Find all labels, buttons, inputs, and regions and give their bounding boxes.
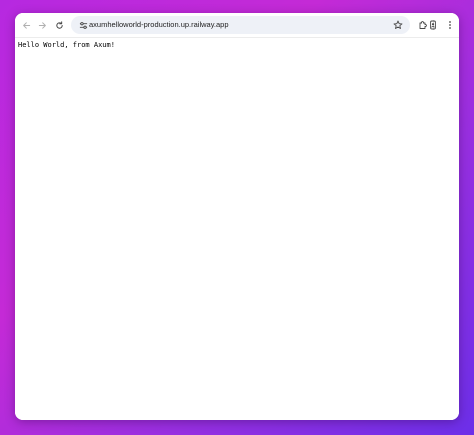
url-text[interactable]: axumhelloworld-production.up.railway.app [89, 16, 229, 34]
back-button[interactable] [18, 17, 34, 33]
reload-button[interactable] [51, 17, 67, 33]
profile-button[interactable] [425, 17, 441, 33]
address-bar[interactable]: axumhelloworld-production.up.railway.app [71, 16, 410, 34]
profile-icon [428, 20, 438, 30]
menu-button[interactable] [442, 17, 458, 33]
browser-toolbar: axumhelloworld-production.up.railway.app [15, 13, 459, 38]
tune-icon[interactable] [77, 19, 89, 31]
kebab-menu-icon [445, 20, 455, 30]
arrow-left-icon [22, 21, 31, 30]
reload-icon [55, 20, 64, 30]
page-body-text: Hello World, from Axum! [18, 41, 115, 49]
forward-button[interactable] [34, 17, 50, 33]
arrow-right-icon [38, 21, 47, 30]
page-content: Hello World, from Axum! [15, 38, 459, 420]
star-icon[interactable] [392, 19, 404, 31]
browser-window: axumhelloworld-production.up.railway.app [15, 13, 459, 420]
